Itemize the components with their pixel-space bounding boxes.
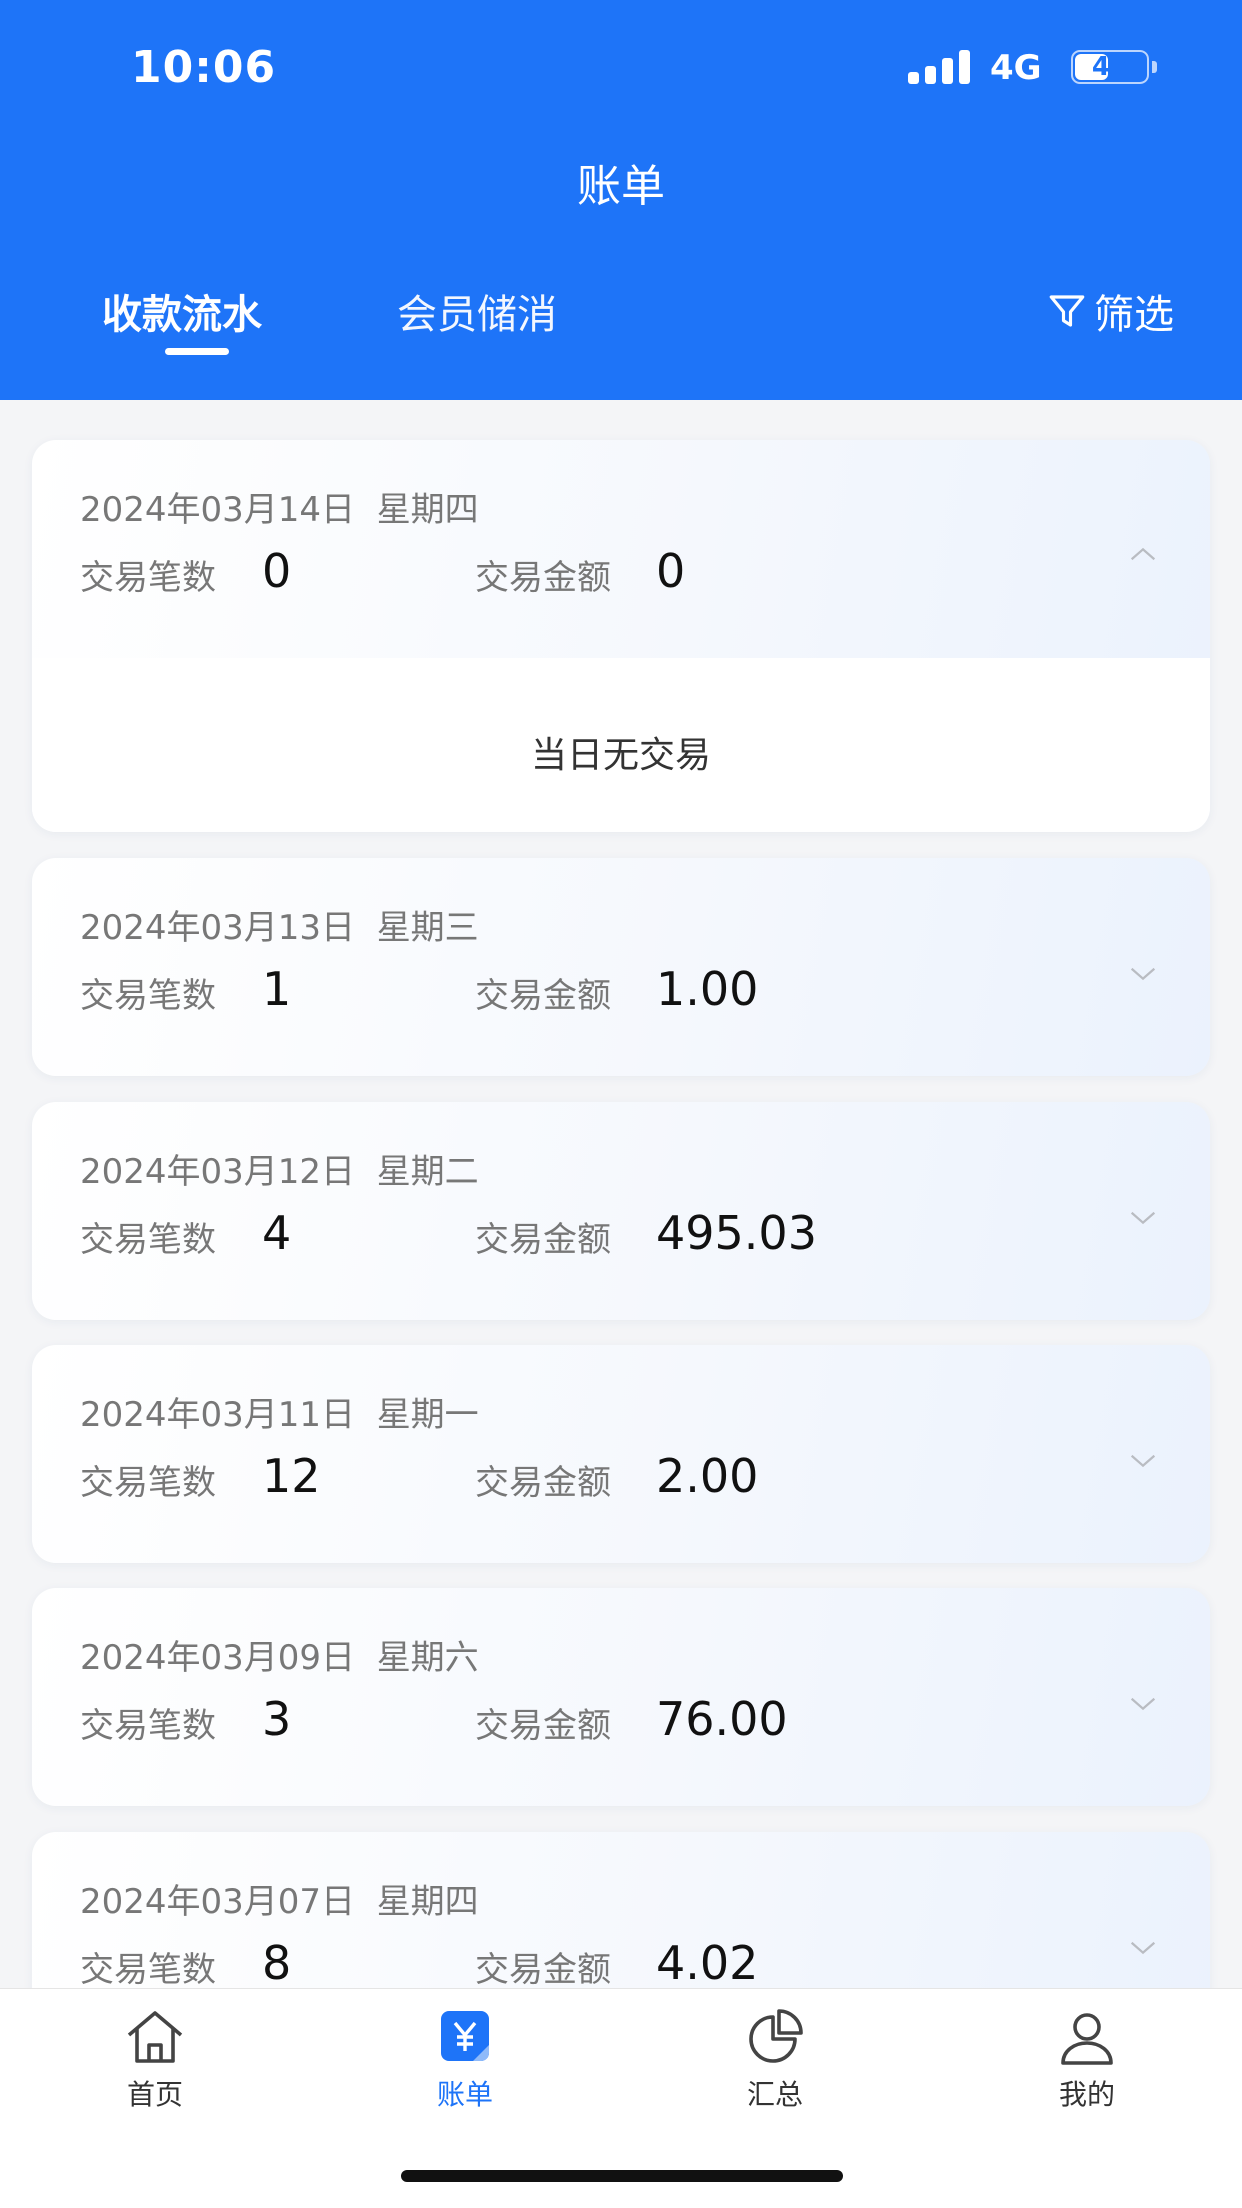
card-date: 2024年03月09日 星期六 <box>80 1638 479 1678</box>
amount-value: 495.03 <box>656 1206 817 1260</box>
signal-icon <box>908 50 970 84</box>
amount-value: 4.02 <box>656 1936 759 1990</box>
empty-text: 当日无交易 <box>530 735 711 776</box>
card-date: 2024年03月07日 星期四 <box>80 1882 479 1922</box>
network-type: 4G <box>990 48 1042 88</box>
count-label: 交易笔数 <box>80 1463 216 1503</box>
amount-label: 交易金额 <box>475 1950 611 1990</box>
empty-state: 当日无交易 <box>32 658 1210 832</box>
amount-label: 交易金额 <box>475 1220 611 1260</box>
card-date: 2024年03月13日 星期三 <box>80 908 479 948</box>
count-value: 4 <box>262 1206 292 1260</box>
amount-label: 交易金额 <box>475 558 611 598</box>
count-value: 12 <box>262 1449 321 1503</box>
filter-label: 筛选 <box>1094 292 1174 338</box>
header: 10:06 4G 47 账单 收款流水 会员储消 筛选 <box>0 0 1242 400</box>
count-value: 8 <box>262 1936 292 1990</box>
card-date: 2024年03月14日 星期四 <box>80 490 479 530</box>
nav-mine[interactable]: 我的 <box>1007 2007 1167 2113</box>
tab-member-consumption[interactable]: 会员储消 <box>397 282 557 340</box>
amount-label: 交易金额 <box>475 1706 611 1746</box>
nav-label: 我的 <box>1058 2078 1115 2111</box>
count-label: 交易笔数 <box>80 1706 216 1746</box>
amount-value: 1.00 <box>656 962 759 1016</box>
count-value: 3 <box>262 1692 292 1746</box>
battery-icon: 47 <box>1071 50 1149 84</box>
chevron-down-icon[interactable] <box>1126 1200 1160 1234</box>
nav-summary[interactable]: 汇总 <box>695 2007 855 2113</box>
count-label: 交易笔数 <box>80 1950 216 1990</box>
pie-chart-icon <box>749 2009 803 2063</box>
amount-value: 2.00 <box>656 1449 759 1503</box>
count-value: 0 <box>262 544 292 598</box>
day-card[interactable]: 2024年03月12日 星期二 交易笔数 4 交易金额 495.03 <box>32 1102 1210 1320</box>
nav-bill[interactable]: 账单 <box>385 2007 545 2113</box>
day-card[interactable]: 2024年03月11日 星期一 交易笔数 12 交易金额 2.00 <box>32 1345 1210 1563</box>
count-value: 1 <box>262 962 292 1016</box>
nav-label: 首页 <box>126 2078 183 2111</box>
count-label: 交易笔数 <box>80 558 216 598</box>
battery-tip <box>1152 61 1157 73</box>
nav-label: 账单 <box>436 2078 493 2111</box>
chevron-down-icon[interactable] <box>1126 1930 1160 1964</box>
user-icon <box>1061 2013 1113 2065</box>
amount-value: 0 <box>656 544 686 598</box>
status-time: 10:06 <box>131 42 277 93</box>
card-date: 2024年03月12日 星期二 <box>80 1152 479 1192</box>
filter-icon <box>1049 295 1085 327</box>
day-card[interactable]: 2024年03月14日 星期四 交易笔数 0 交易金额 0 当日无交易 <box>32 440 1210 832</box>
bill-icon <box>441 2011 489 2061</box>
count-label: 交易笔数 <box>80 1220 216 1260</box>
day-card[interactable]: 2024年03月09日 星期六 交易笔数 3 交易金额 76.00 <box>32 1588 1210 1806</box>
chevron-down-icon[interactable] <box>1126 1443 1160 1477</box>
chevron-up-icon[interactable] <box>1126 538 1160 572</box>
card-date: 2024年03月11日 星期一 <box>80 1395 479 1435</box>
battery-level: 47 <box>1091 52 1129 82</box>
tab-collection-flow[interactable]: 收款流水 <box>102 282 262 340</box>
home-indicator <box>401 2170 843 2182</box>
filter-button[interactable]: 筛选 <box>1046 282 1174 340</box>
page-title: 账单 <box>577 161 665 212</box>
nav-home[interactable]: 首页 <box>75 2007 235 2113</box>
amount-label: 交易金额 <box>475 976 611 1016</box>
day-card[interactable]: 2024年03月13日 星期三 交易笔数 1 交易金额 1.00 <box>32 858 1210 1076</box>
home-icon <box>127 2011 183 2063</box>
amount-value: 76.00 <box>656 1692 788 1746</box>
chevron-down-icon[interactable] <box>1126 956 1160 990</box>
tab-active-indicator <box>165 348 229 355</box>
count-label: 交易笔数 <box>80 976 216 1016</box>
chevron-down-icon[interactable] <box>1126 1686 1160 1720</box>
amount-label: 交易金额 <box>475 1463 611 1503</box>
nav-label: 汇总 <box>746 2078 803 2111</box>
